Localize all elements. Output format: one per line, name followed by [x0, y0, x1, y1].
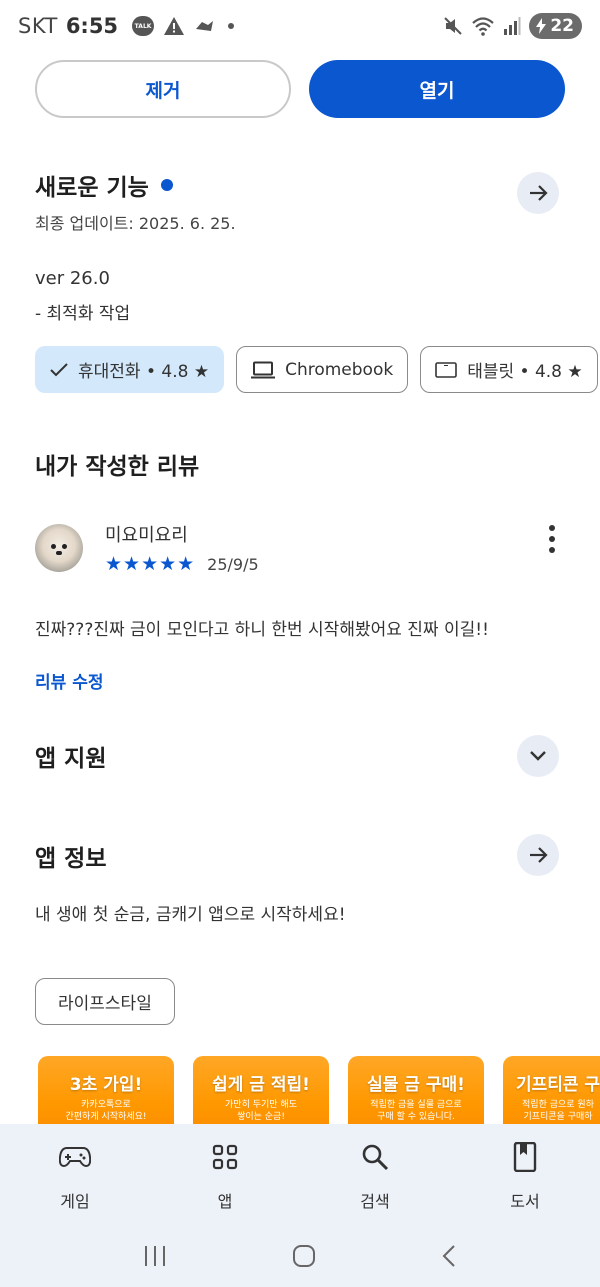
update-note: - 최적화 작업	[35, 304, 131, 324]
reviewer-name: 미요미요리	[105, 525, 188, 546]
mute-icon	[444, 17, 463, 35]
whats-new-arrow-button[interactable]	[517, 172, 559, 214]
arrow-right-icon	[530, 185, 548, 201]
app-support-section[interactable]: 앱 지원	[35, 732, 565, 780]
back-icon[interactable]	[441, 1244, 457, 1268]
notification-dot-icon	[228, 23, 235, 29]
nav-item-games[interactable]: 게임	[0, 1124, 150, 1224]
screenshot-subtitle: 가만히 두기만 해도 쌓이는 순금!	[225, 1100, 297, 1122]
cloud-icon	[196, 21, 214, 31]
more-options-icon[interactable]	[547, 525, 557, 553]
edit-review-link[interactable]: 리뷰 수정	[35, 668, 565, 693]
reviewer-row: 미요미요리 ★★★★★ 25/9/5	[35, 521, 565, 575]
chip-phone[interactable]: 휴대전화 • 4.8 ★	[35, 346, 225, 393]
review-date: 25/9/5	[207, 554, 259, 574]
app-support-title: 앱 지원	[35, 746, 107, 772]
wifi-icon	[472, 17, 495, 36]
whats-new-section: 새로운 기능 최종 업데이트: 2025. 6. 25. ver 26.0 - …	[35, 168, 565, 324]
search-icon	[362, 1144, 389, 1171]
chip-label: 태블릿 • 4.8 ★	[467, 362, 583, 382]
kakaotalk-icon: TALK	[132, 16, 155, 36]
bottom-navigation: 게임 앱 검색 도서	[0, 1124, 600, 1224]
nav-label: 검색	[360, 1192, 390, 1211]
my-review-section: 내가 작성한 리뷰 미요미요리 ★★★★★ 25/9/5 진짜???진짜 금이 …	[35, 447, 565, 693]
laptop-icon	[251, 361, 276, 378]
signal-icon	[504, 17, 521, 35]
remove-button[interactable]: 제거	[35, 60, 291, 118]
chip-label: Chromebook	[285, 359, 394, 380]
avatar	[35, 524, 83, 572]
action-buttons: 제거 열기	[35, 60, 565, 118]
rating-stars: ★★★★★	[105, 553, 196, 575]
nav-item-books[interactable]: 도서	[450, 1124, 600, 1224]
nav-label: 게임	[60, 1192, 90, 1211]
home-icon[interactable]	[292, 1244, 316, 1268]
my-review-title: 내가 작성한 리뷰	[35, 454, 200, 480]
screenshot-subtitle: 적립한 금으로 원하 기프티콘을 구매하	[522, 1100, 594, 1122]
nav-item-search[interactable]: 검색	[300, 1124, 450, 1224]
screenshot-title: 실물 금 구매!	[367, 1075, 465, 1095]
category-chip[interactable]: 라이프스타일	[35, 978, 175, 1025]
screenshot-title: 기프티콘 구	[515, 1075, 600, 1095]
screenshot-title: 쉽게 금 적립!	[212, 1075, 310, 1095]
chip-tablet[interactable]: 태블릿 • 4.8 ★	[420, 346, 598, 393]
new-indicator-dot	[160, 179, 173, 191]
app-info-arrow-button[interactable]	[517, 834, 559, 876]
nav-item-apps[interactable]: 앱	[150, 1124, 300, 1224]
carrier-label: SKT	[18, 14, 58, 38]
clock: 6:55	[65, 14, 119, 38]
screenshot-subtitle: 카카오톡으로 간편하게 시작하세요!	[65, 1100, 147, 1122]
review-text: 진짜???진짜 금이 모인다고 하니 한번 시작해봤어요 진짜 이길!!	[35, 620, 489, 640]
chevron-down-icon	[530, 751, 546, 761]
check-icon	[50, 362, 68, 376]
screenshot-subtitle: 적립한 금을 실물 금으로 구매 할 수 있습니다.	[370, 1100, 462, 1122]
warning-icon	[164, 17, 185, 35]
nav-label: 도서	[510, 1192, 540, 1211]
book-icon	[513, 1142, 537, 1172]
screenshot-title: 3초 가입!	[69, 1075, 143, 1095]
open-button[interactable]: 열기	[309, 60, 565, 118]
app-info-section: 앱 정보 내 생애 첫 순금, 금캐기 앱으로 시작하세요!	[35, 832, 565, 925]
app-description: 내 생애 첫 순금, 금캐기 앱으로 시작하세요!	[35, 905, 346, 925]
system-navigation-bar	[0, 1224, 600, 1287]
last-updated-date: 최종 업데이트: 2025. 6. 25.	[35, 214, 236, 233]
apps-grid-icon	[212, 1144, 238, 1170]
tablet-icon	[435, 361, 458, 378]
device-chips: 휴대전화 • 4.8 ★ Chromebook 태블릿 • 4.8 ★	[35, 346, 598, 393]
version-text: ver 26.0	[35, 268, 110, 289]
arrow-right-icon	[530, 847, 548, 863]
app-info-title: 앱 정보	[35, 846, 107, 872]
gamepad-icon	[59, 1147, 91, 1168]
whats-new-title: 새로운 기능	[35, 175, 149, 201]
app-support-expand-button[interactable]	[517, 735, 559, 777]
battery-level: 22	[550, 16, 574, 36]
charging-bolt-icon	[536, 18, 547, 34]
recent-apps-icon[interactable]	[143, 1245, 167, 1267]
chip-chromebook[interactable]: Chromebook	[236, 346, 409, 393]
status-bar: SKT 6:55 TALK 22	[0, 0, 600, 52]
nav-label: 앱	[217, 1192, 233, 1211]
chip-label: 휴대전화 • 4.8 ★	[78, 362, 210, 382]
battery-indicator: 22	[529, 13, 582, 39]
